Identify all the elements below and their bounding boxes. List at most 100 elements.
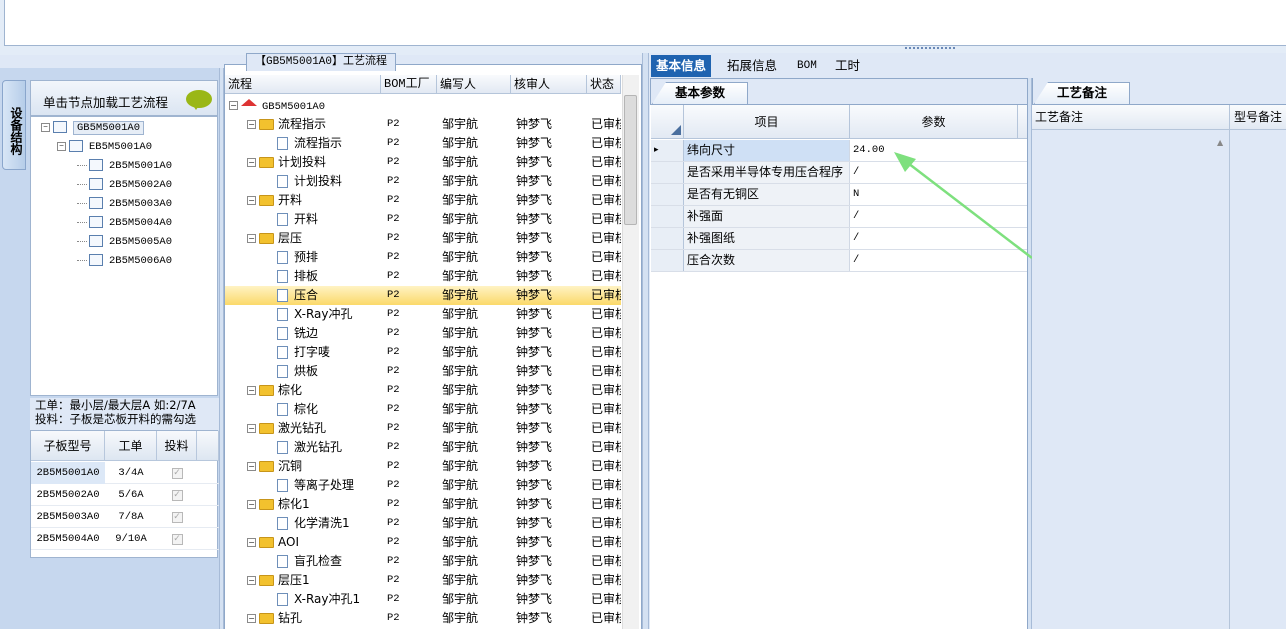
tab-bom[interactable]: BOM — [792, 55, 822, 77]
process-row[interactable]: − 钻孔 P2 邹宇航 钟梦飞 已审核 — [225, 609, 621, 628]
scroll-up-icon[interactable]: ▲ — [1217, 138, 1223, 147]
middle-splitter[interactable] — [642, 53, 649, 629]
feed-checkbox[interactable]: ✓ — [171, 533, 183, 545]
process-row[interactable]: − 层压 P2 邹宇航 钟梦飞 已审核 — [225, 229, 621, 248]
tree-node[interactable]: 2B5M5004A0 — [77, 215, 172, 231]
subboard-row[interactable]: 2B5M5002A0 5/6A ✓ — [31, 484, 219, 506]
collapse-icon[interactable]: − — [247, 500, 256, 509]
row-indicator[interactable] — [651, 184, 684, 205]
row-indicator[interactable] — [651, 206, 684, 227]
col-header-model[interactable]: 子板型号 — [31, 431, 105, 461]
feed-checkbox[interactable]: ✓ — [171, 489, 183, 501]
process-row[interactable]: 计划投料 P2 邹宇航 钟梦飞 已审核 — [225, 172, 621, 191]
cell-model[interactable]: 2B5M5001A0 — [31, 462, 105, 484]
tree-node[interactable]: 2B5M5002A0 — [77, 177, 172, 193]
cell-feed[interactable]: ✓ — [157, 528, 197, 550]
collapse-icon[interactable]: − — [57, 141, 66, 151]
collapse-icon[interactable]: − — [247, 386, 256, 395]
collapse-icon[interactable]: − — [247, 120, 256, 129]
process-row[interactable]: − 棕化 P2 邹宇航 钟梦飞 已审核 — [225, 381, 621, 400]
col-header-reviewer[interactable]: 核审人 — [511, 75, 587, 94]
collapse-icon[interactable]: − — [247, 196, 256, 205]
tree-node[interactable]: 2B5M5005A0 — [77, 234, 172, 250]
process-row[interactable]: − 沉铜 P2 邹宇航 钟梦飞 已审核 — [225, 457, 621, 476]
cell-model[interactable]: 2B5M5003A0 — [31, 506, 105, 528]
collapse-icon[interactable]: − — [247, 538, 256, 547]
tab-process-notes[interactable]: 工艺备注 — [1034, 82, 1130, 104]
feed-checkbox[interactable]: ✓ — [171, 511, 183, 523]
row-indicator[interactable] — [651, 162, 684, 183]
tab-work-hours[interactable]: 工时 — [830, 55, 865, 77]
collapse-icon[interactable]: − — [229, 101, 238, 110]
cell-model[interactable]: 2B5M5002A0 — [31, 484, 105, 506]
process-row[interactable]: − 计划投料 P2 邹宇航 钟梦飞 已审核 — [225, 153, 621, 172]
col-header-status[interactable]: 状态 — [587, 75, 621, 94]
process-row[interactable]: − 流程指示 P2 邹宇航 钟梦飞 已审核 — [225, 115, 621, 134]
process-row[interactable]: 预排 P2 邹宇航 钟梦飞 已审核 — [225, 248, 621, 267]
collapse-icon[interactable]: − — [247, 158, 256, 167]
tree-node[interactable]: − EB5M5001A0 — [57, 139, 152, 155]
collapse-icon[interactable]: − — [41, 122, 50, 132]
collapse-icon[interactable]: − — [247, 424, 256, 433]
process-row[interactable]: 压合 P2 邹宇航 钟梦飞 已审核 — [225, 286, 621, 305]
tab-basic-info[interactable]: 基本信息 — [651, 55, 712, 77]
process-row[interactable]: 铣边 P2 邹宇航 钟梦飞 已审核 — [225, 324, 621, 343]
process-row[interactable]: 打字唛 P2 邹宇航 钟梦飞 已审核 — [225, 343, 621, 362]
col-header-order[interactable]: 工单 — [105, 431, 157, 461]
tree-node[interactable]: − GB5M5001A0 — [41, 120, 145, 136]
tree-node[interactable]: 2B5M5001A0 — [77, 158, 172, 174]
process-row[interactable]: − AOI P2 邹宇航 钟梦飞 已审核 — [225, 533, 621, 552]
subboard-grid[interactable]: 子板型号 工单 投料 2B5M5001A0 3/4A ✓ 2B5M5002A0 5/6A… — [30, 430, 219, 558]
process-tree-grid[interactable]: −GB5M5001A0 −流程指示P2邹宇航钟梦飞已审核流程指示P2邹宇航钟梦飞… — [225, 94, 621, 629]
subboard-row[interactable]: 2B5M5003A0 7/8A ✓ — [31, 506, 219, 528]
row-indicator[interactable] — [651, 250, 684, 271]
notes-body[interactable]: ▲ — [1032, 130, 1286, 629]
process-root-row[interactable]: − GB5M5001A0 — [225, 96, 621, 115]
process-row[interactable]: 激光钻孔 P2 邹宇航 钟梦飞 已审核 — [225, 438, 621, 457]
process-row[interactable]: X-Ray冲孔1 P2 邹宇航 钟梦飞 已审核 — [225, 590, 621, 609]
top-input-panel[interactable] — [4, 0, 1286, 46]
subboard-row[interactable]: 2B5M5004A0 9/10A ✓ — [31, 528, 219, 550]
row-indicator[interactable] — [651, 228, 684, 249]
tab-extended-info[interactable]: 拓展信息 — [722, 55, 782, 77]
tree-node[interactable]: 2B5M5003A0 — [77, 196, 172, 212]
cell-order[interactable]: 5/6A — [105, 484, 157, 506]
process-row[interactable]: 开料 P2 邹宇航 钟梦飞 已审核 — [225, 210, 621, 229]
cell-order[interactable]: 9/10A — [105, 528, 157, 550]
col-header-bom-factory[interactable]: BOM工厂 — [381, 75, 437, 94]
process-scrollbar-thumb[interactable] — [624, 95, 637, 225]
subboard-row[interactable]: 2B5M5001A0 3/4A ✓ — [31, 462, 219, 484]
cell-model[interactable]: 2B5M5004A0 — [31, 528, 105, 550]
process-row[interactable]: 棕化 P2 邹宇航 钟梦飞 已审核 — [225, 400, 621, 419]
row-indicator[interactable]: ▸ — [651, 140, 684, 161]
cell-order[interactable]: 3/4A — [105, 462, 157, 484]
process-row[interactable]: 化学清洗1 P2 邹宇航 钟梦飞 已审核 — [225, 514, 621, 533]
tab-device-structure[interactable]: 设备结构 — [2, 80, 26, 170]
col-header-feed[interactable]: 投料 — [157, 431, 197, 461]
feed-checkbox[interactable]: ✓ — [171, 467, 183, 479]
col-header-item[interactable]: 项目 — [684, 105, 850, 139]
tab-basic-params[interactable]: 基本参数 — [652, 82, 748, 104]
process-row[interactable]: 盲孔检查 P2 邹宇航 钟梦飞 已审核 — [225, 552, 621, 571]
process-notes-column[interactable] — [1032, 130, 1230, 629]
process-row[interactable]: 烘板 P2 邹宇航 钟梦飞 已审核 — [225, 362, 621, 381]
process-row[interactable]: − 开料 P2 邹宇航 钟梦飞 已审核 — [225, 191, 621, 210]
collapse-icon[interactable]: − — [247, 462, 256, 471]
col-header-author[interactable]: 编写人 — [437, 75, 511, 94]
process-row[interactable]: − 激光钻孔 P2 邹宇航 钟梦飞 已审核 — [225, 419, 621, 438]
col-header-param[interactable]: 参数 — [850, 105, 1018, 139]
col-header-process[interactable]: 流程 — [225, 75, 381, 94]
tree-node[interactable]: 2B5M5006A0 — [77, 253, 172, 269]
cell-feed[interactable]: ✓ — [157, 506, 197, 528]
collapse-icon[interactable]: − — [247, 576, 256, 585]
process-row[interactable]: − 棕化1 P2 邹宇航 钟梦飞 已审核 — [225, 495, 621, 514]
chat-bubble-icon[interactable] — [186, 90, 212, 110]
process-row[interactable]: − 层压1 P2 邹宇航 钟梦飞 已审核 — [225, 571, 621, 590]
collapse-icon[interactable]: − — [247, 614, 256, 623]
collapse-icon[interactable]: − — [247, 234, 256, 243]
col-header-model-notes[interactable]: 型号备注 — [1231, 105, 1286, 130]
cell-feed[interactable]: ✓ — [157, 462, 197, 484]
process-row[interactable]: 等离子处理 P2 邹宇航 钟梦飞 已审核 — [225, 476, 621, 495]
process-row[interactable]: 流程指示 P2 邹宇航 钟梦飞 已审核 — [225, 134, 621, 153]
process-row[interactable]: 排板 P2 邹宇航 钟梦飞 已审核 — [225, 267, 621, 286]
